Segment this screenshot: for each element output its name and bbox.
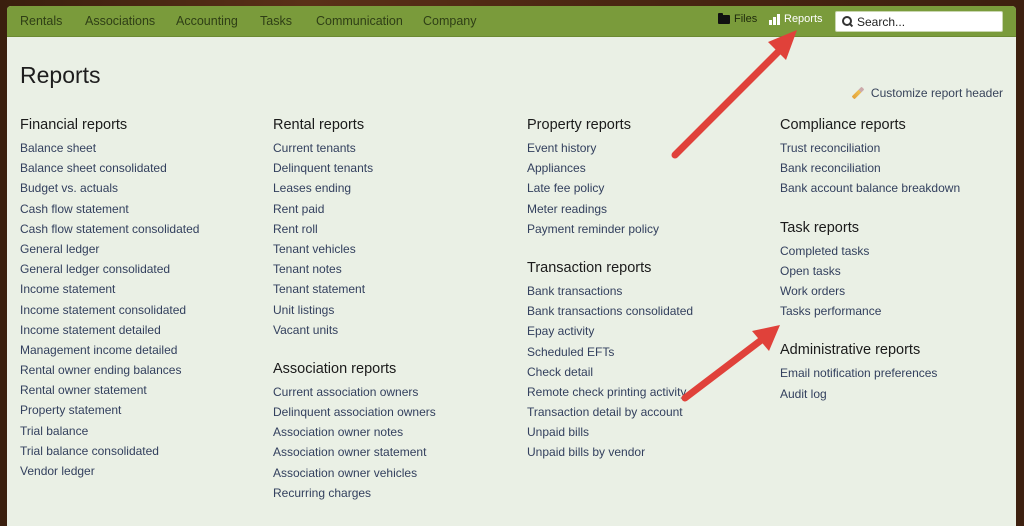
- files-link[interactable]: Files: [718, 12, 758, 25]
- report-link[interactable]: Rent paid: [273, 202, 436, 222]
- report-link[interactable]: Unpaid bills: [527, 425, 693, 445]
- report-link[interactable]: Event history: [527, 141, 693, 161]
- report-link[interactable]: Balance sheet consolidated: [20, 161, 199, 181]
- section-title: Rental reports: [273, 117, 365, 133]
- report-link[interactable]: Completed tasks: [780, 244, 960, 264]
- report-link[interactable]: Trial balance: [20, 424, 199, 444]
- report-link[interactable]: Meter readings: [527, 202, 693, 222]
- section-title: Financial reports: [20, 117, 128, 133]
- section-title: Association reports: [273, 360, 397, 377]
- report-link[interactable]: Trust reconciliation: [780, 141, 960, 161]
- column-1: Financial reports Balance sheet Balance …: [20, 117, 199, 502]
- report-link[interactable]: Delinquent association owners: [273, 405, 436, 425]
- report-link[interactable]: Current tenants: [273, 141, 436, 161]
- report-link[interactable]: Balance sheet: [20, 141, 199, 161]
- report-link[interactable]: Late fee policy: [527, 181, 693, 201]
- section-title: Administrative reports: [780, 342, 921, 359]
- report-link[interactable]: Current association owners: [273, 385, 436, 405]
- report-link[interactable]: Bank transactions consolidated: [527, 304, 693, 324]
- report-link[interactable]: Tenant notes: [273, 262, 436, 282]
- report-link[interactable]: Work orders: [780, 284, 960, 304]
- report-link[interactable]: Leases ending: [273, 181, 436, 201]
- search-icon: [841, 15, 855, 29]
- nav-rentals[interactable]: Rentals: [20, 14, 62, 28]
- report-link[interactable]: Bank account balance breakdown: [780, 181, 960, 201]
- column-4: Compliance reports Trust reconciliation …: [780, 117, 960, 425]
- section-administrative-reports: Administrative reports Email notificatio…: [780, 342, 960, 406]
- report-link[interactable]: Cash flow statement consolidated: [20, 222, 199, 242]
- search-input[interactable]: [857, 14, 997, 29]
- report-link[interactable]: Property statement: [20, 403, 199, 423]
- pencil-icon: [851, 86, 865, 100]
- column-2: Rental reports Current tenants Delinquen…: [273, 117, 436, 524]
- report-link[interactable]: Association owner statement: [273, 445, 436, 465]
- report-link[interactable]: Vendor ledger: [20, 464, 199, 484]
- report-link[interactable]: Budget vs. actuals: [20, 181, 199, 201]
- page-title: Reports: [20, 62, 101, 88]
- report-link[interactable]: Association owner notes: [273, 425, 436, 445]
- report-link[interactable]: General ledger consolidated: [20, 262, 199, 282]
- report-link[interactable]: General ledger: [20, 242, 199, 262]
- report-link[interactable]: Appliances: [527, 161, 693, 181]
- reports-label: Reports: [784, 13, 823, 25]
- folder-icon: [718, 12, 730, 24]
- section-rental-reports: Rental reports Current tenants Delinquen…: [273, 117, 436, 343]
- section-compliance-reports: Compliance reports Trust reconciliation …: [780, 117, 960, 202]
- report-link[interactable]: Trial balance consolidated: [20, 444, 199, 464]
- search-box[interactable]: [835, 11, 1003, 32]
- report-link[interactable]: Unit listings: [273, 303, 436, 323]
- report-link[interactable]: Delinquent tenants: [273, 161, 436, 181]
- report-link[interactable]: Income statement consolidated: [20, 303, 199, 323]
- report-link[interactable]: Bank reconciliation: [780, 161, 960, 181]
- report-link[interactable]: Audit log: [780, 387, 960, 407]
- report-link[interactable]: Income statement: [20, 282, 199, 302]
- files-label: Files: [734, 13, 758, 25]
- section-task-reports: Task reports Completed tasks Open tasks …: [780, 220, 960, 325]
- nav-communication[interactable]: Communication: [316, 14, 403, 28]
- report-link[interactable]: Rental owner statement: [20, 383, 199, 403]
- report-link[interactable]: Cash flow statement: [20, 202, 199, 222]
- report-link[interactable]: Check detail: [527, 365, 693, 385]
- report-link[interactable]: Payment reminder policy: [527, 222, 693, 242]
- nav-tasks[interactable]: Tasks: [260, 14, 292, 28]
- nav-accounting[interactable]: Accounting: [176, 14, 238, 28]
- report-link[interactable]: Email notification preferences: [780, 366, 960, 386]
- report-link[interactable]: Tenant statement: [273, 282, 436, 302]
- section-title: Transaction reports: [527, 259, 652, 276]
- report-link[interactable]: Open tasks: [780, 264, 960, 284]
- report-link[interactable]: Rental owner ending balances: [20, 363, 199, 383]
- report-link[interactable]: Income statement detailed: [20, 323, 199, 343]
- customize-report-header-link[interactable]: Customize report header: [851, 86, 1003, 100]
- report-link[interactable]: Association owner vehicles: [273, 466, 436, 486]
- column-3: Property reports Event history Appliance…: [527, 117, 693, 484]
- section-association-reports: Association reports Current association …: [273, 361, 436, 506]
- report-link[interactable]: Remote check printing activity: [527, 385, 693, 405]
- report-link[interactable]: Bank transactions: [527, 284, 693, 304]
- section-title: Compliance reports: [780, 117, 906, 133]
- report-link[interactable]: Scheduled EFTs: [527, 345, 693, 365]
- report-link[interactable]: Rent roll: [273, 222, 436, 242]
- report-link[interactable]: Unpaid bills by vendor: [527, 445, 693, 465]
- section-financial-reports: Financial reports Balance sheet Balance …: [20, 117, 199, 484]
- report-link[interactable]: Tasks performance: [780, 304, 960, 324]
- report-link[interactable]: Transaction detail by account: [527, 405, 693, 425]
- report-link[interactable]: Recurring charges: [273, 486, 436, 506]
- report-link[interactable]: Epay activity: [527, 324, 693, 344]
- top-nav-bar: Rentals Associations Accounting Tasks Co…: [7, 6, 1016, 37]
- reports-panel: Rentals Associations Accounting Tasks Co…: [7, 6, 1016, 526]
- report-link[interactable]: Tenant vehicles: [273, 242, 436, 262]
- nav-company[interactable]: Company: [423, 14, 477, 28]
- reports-link[interactable]: Reports: [769, 13, 823, 25]
- section-property-reports: Property reports Event history Appliance…: [527, 117, 693, 242]
- report-link[interactable]: Vacant units: [273, 323, 436, 343]
- customize-label: Customize report header: [870, 86, 1003, 100]
- bar-chart-icon: [769, 13, 780, 25]
- nav-associations[interactable]: Associations: [85, 14, 155, 28]
- report-link[interactable]: Management income detailed: [20, 343, 199, 363]
- section-transaction-reports: Transaction reports Bank transactions Ba…: [527, 260, 693, 466]
- section-title: Property reports: [527, 117, 631, 133]
- section-title: Task reports: [780, 219, 859, 236]
